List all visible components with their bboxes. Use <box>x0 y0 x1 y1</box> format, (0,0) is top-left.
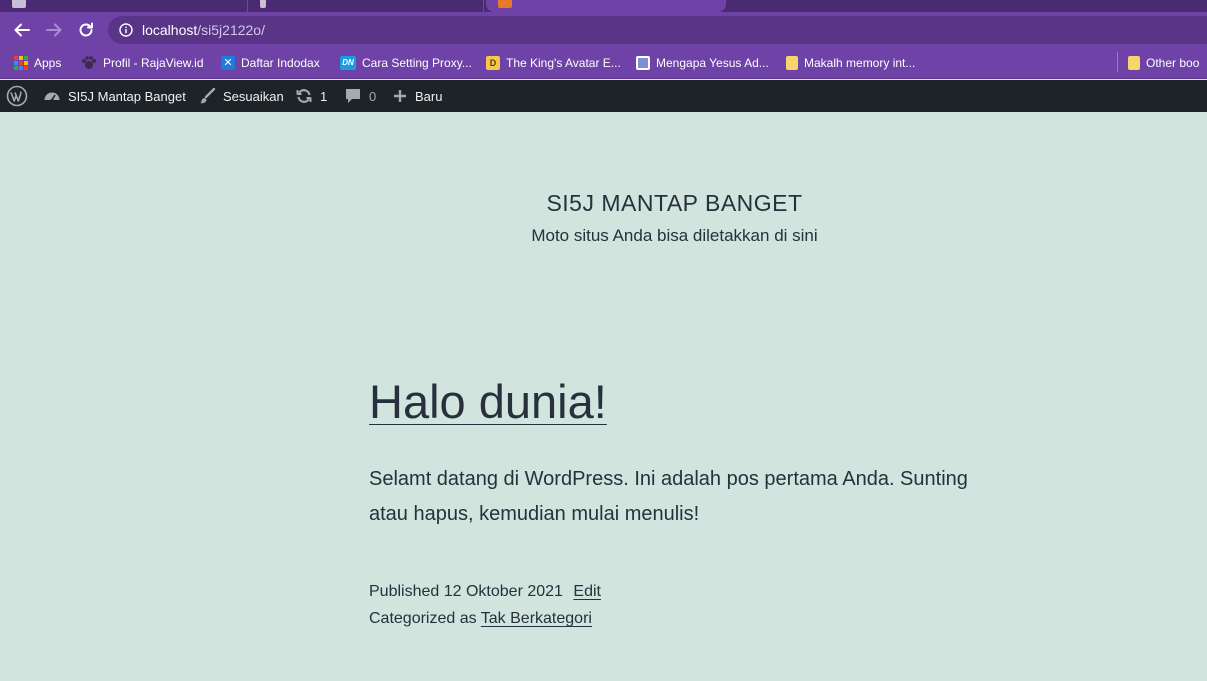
updates-refresh-icon <box>296 89 312 103</box>
tab-favicon <box>260 0 266 8</box>
reload-icon <box>79 22 93 37</box>
bookmark-indodax[interactable]: ✕ Daftar Indodax <box>221 54 320 72</box>
categorized-label: Categorized as <box>369 610 477 627</box>
paw-icon <box>82 56 96 69</box>
url-host: localhost <box>142 22 198 38</box>
tab-2[interactable] <box>248 0 484 12</box>
indodax-icon: ✕ <box>221 56 235 70</box>
dashboard-gauge-icon <box>44 92 60 102</box>
bookmark-label: The King's Avatar E... <box>506 56 621 70</box>
site-name-menu[interactable]: SI5J Mantap Banget <box>43 80 186 112</box>
bookmark-label: Daftar Indodax <box>241 56 320 70</box>
site-title[interactable]: SI5J MANTAP BANGET <box>0 190 1207 217</box>
post-date: 12 Oktober 2021 <box>443 583 563 600</box>
wp-logo-menu[interactable] <box>6 80 28 112</box>
address-bar[interactable]: localhost/si5j2122o/ <box>108 16 1207 44</box>
dn-icon: DN <box>340 56 356 70</box>
bookmark-label: Other boo <box>1146 56 1200 70</box>
apps-grid-icon <box>14 56 28 70</box>
wordpress-tab-favicon <box>498 0 512 8</box>
browser-toolbar: localhost/si5j2122o/ <box>0 12 1207 48</box>
published-label: Published <box>369 583 440 600</box>
forward-button[interactable] <box>42 18 66 42</box>
bookmark-apps[interactable]: Apps <box>14 54 61 72</box>
tab-favicon <box>12 0 26 8</box>
updates-count: 1 <box>320 88 328 104</box>
customize-label: Sesuaikan <box>223 88 284 104</box>
d-icon: D <box>486 56 500 70</box>
bookmark-label: Apps <box>34 56 62 70</box>
url-text[interactable]: localhost/si5j2122o/ <box>142 22 265 38</box>
wp-admin-bar: SI5J Mantap Banget Sesuaikan 1 0 Baru <box>0 80 1207 112</box>
bookmarks-divider <box>1117 52 1118 72</box>
new-content-menu[interactable]: Baru <box>392 80 442 112</box>
edit-link[interactable]: Edit <box>573 583 601 600</box>
bookmark-kings-avatar[interactable]: D The King's Avatar E... <box>486 54 621 72</box>
arrow-right-icon <box>46 23 62 37</box>
url-path: /si5j2122o/ <box>197 22 265 38</box>
bookmark-label: Mengapa Yesus Ad... <box>656 56 769 70</box>
wordpress-logo-icon <box>6 85 28 107</box>
comments-link[interactable]: 0 <box>344 80 376 112</box>
bookmark-proxy[interactable]: DN Cara Setting Proxy... <box>340 54 472 72</box>
tab-1[interactable] <box>0 0 248 12</box>
post-meta-published: Published 12 Oktober 2021 Edit <box>369 583 601 601</box>
comment-bubble-icon <box>346 89 360 103</box>
comments-count: 0 <box>369 88 377 104</box>
tab-active[interactable] <box>486 0 726 12</box>
updates-link[interactable]: 1 <box>295 80 327 112</box>
info-icon[interactable] <box>119 23 133 37</box>
reload-button[interactable] <box>74 18 98 42</box>
bookmark-other[interactable]: Other boo <box>1128 54 1199 72</box>
post-content: Selamt datang di WordPress. Ini adalah p… <box>369 468 968 525</box>
bookmark-yesus[interactable]: Mengapa Yesus Ad... <box>636 54 769 72</box>
bookmark-makalh[interactable]: Makalh memory int... <box>786 54 915 72</box>
category-link[interactable]: Tak Berkategori <box>481 610 592 627</box>
bookmark-label: Cara Setting Proxy... <box>362 56 472 70</box>
post-title-link[interactable]: Halo dunia! <box>369 374 607 429</box>
new-label: Baru <box>415 88 443 104</box>
plus-icon <box>394 90 406 102</box>
bookmark-label: Profil - RajaView.id <box>103 56 204 70</box>
customize-link[interactable]: Sesuaikan <box>198 80 284 112</box>
bookmark-rajaview[interactable]: Profil - RajaView.id <box>81 54 204 72</box>
site-tagline: Moto situs Anda bisa diletakkan di sini <box>531 226 818 245</box>
tab-strip <box>0 0 1207 12</box>
bookmark-label: Makalh memory int... <box>804 56 916 70</box>
folder-icon <box>1128 56 1140 70</box>
bookmarks-bar: Apps Profil - RajaView.id ✕ Daftar Indod… <box>0 48 1207 79</box>
paintbrush-icon <box>200 87 216 104</box>
back-button[interactable] <box>10 18 34 42</box>
bookmark-icon <box>786 56 798 70</box>
site-name-label: SI5J Mantap Banget <box>68 88 186 104</box>
page-icon <box>636 56 650 70</box>
post-meta-category: Categorized as Tak Berkategori <box>369 610 592 628</box>
arrow-left-icon <box>14 23 30 37</box>
